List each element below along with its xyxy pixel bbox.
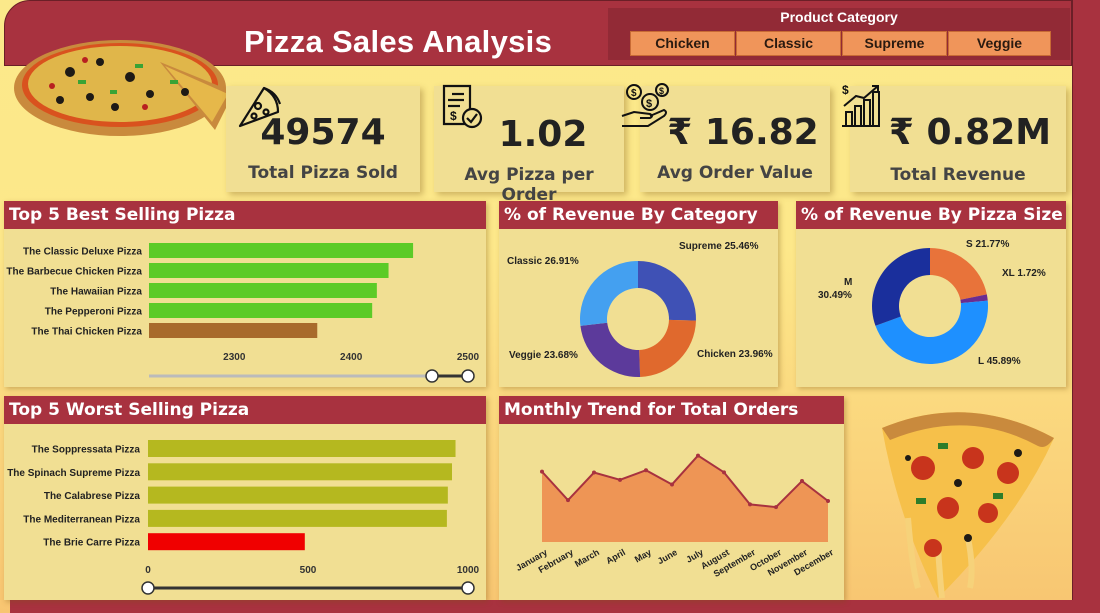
panel-title: Monthly Trend for Total Orders (499, 396, 844, 424)
x-tick-label: 0 (145, 565, 151, 576)
donut-slice (639, 319, 696, 377)
page-title: Pizza Sales Analysis (244, 24, 553, 59)
bar (148, 486, 448, 504)
best-selling-chart: The Classic Deluxe Pizza The Barbecue Chi… (6, 243, 480, 383)
category-filter-title: Product Category (780, 9, 898, 25)
bar-label: The Spinach Supreme Pizza (7, 468, 140, 479)
data-point (774, 505, 778, 510)
data-point (670, 482, 674, 487)
panel-title: % of Revenue By Pizza Size (796, 201, 1066, 229)
kpi-card-total-revenue: ₹ 0.82M Total Revenue (850, 86, 1066, 192)
range-slider-handle[interactable] (425, 369, 439, 383)
kpi-label: Total Revenue (890, 165, 1026, 185)
bar (149, 263, 389, 278)
bar-label: The Calabrese Pizza (44, 491, 141, 502)
bar-label: The Pepperoni Pizza (45, 307, 143, 318)
range-slider-handle[interactable] (461, 369, 475, 383)
bar (149, 243, 414, 258)
data-point (566, 498, 570, 503)
pizza-slice-image (882, 412, 1054, 599)
x-tick-label: March (573, 547, 601, 569)
bar (148, 440, 456, 457)
filter-button-supreme[interactable]: Supreme (842, 31, 947, 56)
svg-text:$: $ (450, 109, 457, 123)
range-slider-handle[interactable] (141, 581, 155, 595)
pizza-slice-icon (238, 86, 282, 128)
donut-label: L 45.89% (978, 356, 1021, 367)
donut-slice (930, 248, 987, 300)
donut-label: XL 1.72% (1002, 268, 1046, 279)
bar-label: The Classic Deluxe Pizza (23, 247, 142, 258)
pizza-image (14, 40, 234, 136)
filter-button-chicken[interactable]: Chicken (630, 31, 735, 56)
kpi-label: Total Pizza Sold (248, 163, 398, 183)
bar-label: The Barbecue Chicken Pizza (6, 267, 142, 278)
donut-label: S 21.77% (966, 239, 1009, 250)
data-point (618, 477, 622, 482)
money-hand-icon: $ $ $ (621, 83, 669, 127)
donut-slice (580, 261, 638, 326)
monthly-trend-chart: JanuaryFebruaryMarch April May June JulyAugu… (514, 453, 835, 579)
bar (148, 463, 452, 481)
revenue-size-donut: S 21.77% XL 1.72% L 45.89% M 30.49% (818, 239, 1046, 367)
svg-text:$: $ (842, 83, 849, 97)
data-point (592, 470, 596, 475)
x-tick-label: 500 (300, 565, 317, 576)
donut-label: Classic 26.91% (507, 256, 579, 267)
donut-label: Chicken 23.96% (697, 349, 773, 360)
donut-label: 30.49% (818, 290, 852, 301)
data-point (722, 470, 726, 475)
bar-label: The Hawaiian Pizza (50, 287, 142, 298)
bar (149, 283, 377, 298)
donut-label: M (844, 277, 852, 288)
revenue-category-donut: Supreme 25.46% Chicken 23.96% Veggie 23.68… (507, 241, 773, 377)
kpi-value: ₹ 0.82M (888, 112, 1052, 153)
data-point (748, 502, 752, 507)
data-point (800, 479, 804, 484)
x-tick-label: 2400 (340, 352, 363, 363)
bar (149, 303, 373, 318)
donut-label: Supreme 25.46% (679, 241, 759, 252)
worst-selling-chart: The Soppressata Pizza The Spinach Supreme… (7, 440, 480, 595)
right-border (1072, 0, 1100, 613)
filter-button-classic[interactable]: Classic (736, 31, 841, 56)
bar-label: The Soppressata Pizza (32, 445, 141, 456)
x-tick-label: May (633, 547, 653, 564)
bar (148, 533, 305, 551)
bar-label: The Brie Carre Pizza (43, 538, 140, 549)
svg-text:$: $ (631, 88, 637, 99)
donut-label: Veggie 23.68% (509, 350, 578, 361)
svg-text:$: $ (659, 86, 664, 96)
x-tick-label: 2300 (223, 352, 246, 363)
kpi-label: Avg Pizza per Order (464, 165, 594, 205)
growth-chart-icon: $ (842, 83, 880, 127)
panel-title: % of Revenue By Category (499, 201, 778, 229)
x-tick-label: 2500 (457, 352, 480, 363)
data-point (696, 453, 700, 458)
donut-slice (638, 261, 696, 321)
bar (148, 509, 447, 527)
filter-button-veggie[interactable]: Veggie (948, 31, 1051, 56)
data-point (540, 469, 544, 474)
data-point (644, 468, 648, 473)
range-slider-handle[interactable] (461, 581, 475, 595)
bar-label: The Mediterranean Pizza (23, 514, 140, 525)
svg-text:$: $ (646, 98, 652, 110)
donut-slice (580, 322, 641, 377)
x-tick-label: April (604, 547, 627, 566)
panel-title: Top 5 Best Selling Pizza (4, 201, 486, 229)
kpi-value: ₹ 16.82 (667, 112, 819, 153)
data-point (826, 499, 830, 504)
invoice-check-icon: $ (442, 84, 483, 129)
kpi-label: Avg Order Value (657, 163, 813, 183)
x-tick-label: June (656, 547, 679, 566)
bar (149, 323, 318, 338)
bar-label: The Thai Chicken Pizza (31, 327, 142, 338)
x-tick-label: 1000 (457, 565, 480, 576)
panel-title: Top 5 Worst Selling Pizza (4, 396, 486, 424)
donut-slice (872, 248, 930, 326)
